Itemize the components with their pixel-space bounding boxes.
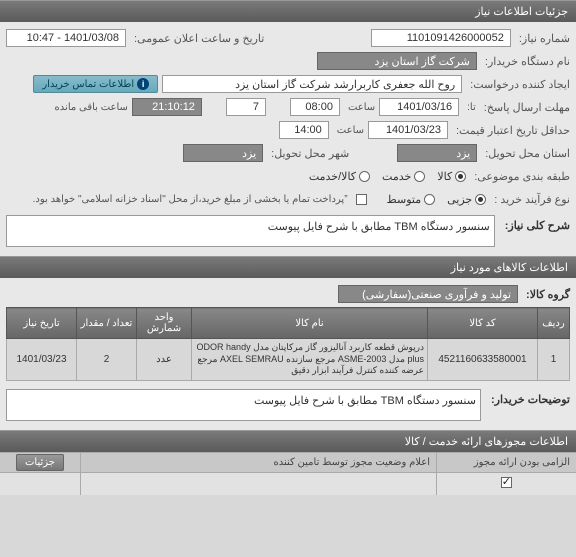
details-value: [0, 473, 80, 495]
need-title-field: سنسور دستگاه TBM مطابق با شرح فایل پیوست: [6, 215, 495, 247]
buyer-org-label: نام دستگاه خریدار:: [485, 55, 570, 68]
th-name: نام کالا: [192, 308, 428, 339]
class-goods-radio[interactable]: کالا: [437, 170, 466, 183]
th-code: کد کالا: [428, 308, 538, 339]
buyer-notes-field: سنسور دستگاه TBM مطابق با شرح فایل پیوست: [6, 389, 481, 421]
mandatory-check-cell: ✓: [436, 473, 576, 495]
main-panel-header: جزئیات اطلاعات نیاز: [0, 0, 576, 22]
cell-qty: 2: [77, 339, 137, 381]
cell-unit: عدد: [137, 339, 192, 381]
proc-partial-radio[interactable]: جزیی: [447, 193, 486, 206]
class-service-label: خدمت: [382, 170, 411, 183]
cell-idx: 1: [538, 339, 570, 381]
proc-partial-label: جزیی: [447, 193, 472, 206]
deadline-days-field: 7: [226, 98, 266, 116]
payment-note: ”پرداخت تمام یا بخشی از مبلغ خرید،از محل…: [33, 194, 348, 205]
province-field: یزد: [397, 144, 477, 162]
deadline-label: مهلت ارسال پاسخ:: [484, 101, 570, 114]
product-group-label: گروه کالا:: [526, 288, 570, 301]
proc-medium-label: متوسط: [387, 193, 422, 206]
class-label: طبقه بندی موضوعی:: [474, 170, 570, 183]
min-valid-date-field: 1401/03/23: [368, 121, 448, 139]
radio-icon: [455, 171, 466, 182]
goods-table: ردیف کد کالا نام کالا واحد شمارش تعداد /…: [6, 307, 570, 381]
deadline-time-field: 08:00: [290, 98, 340, 116]
remaining-time-field: 21:10:12: [132, 98, 202, 116]
hour-label-2: ساعت: [337, 125, 364, 136]
class-goods-service-radio[interactable]: کالا/خدمت: [309, 170, 370, 183]
city-label: شهر محل تحویل:: [271, 147, 349, 160]
approvals-panel-header: اطلاعات مجوزهای ارائه خدمت / کالا: [0, 430, 576, 452]
class-service-radio[interactable]: خدمت: [382, 170, 425, 183]
public-datetime-field: 1401/03/08 - 10:47: [6, 29, 126, 47]
supplier-status-label: اعلام وضعیت مجوز توسط تامین کننده: [273, 457, 430, 468]
th-row: ردیف: [538, 308, 570, 339]
class-goods-label: کالا: [437, 170, 452, 183]
check-icon: ✓: [502, 475, 511, 488]
radio-icon: [475, 194, 486, 205]
buyer-org-field: شرکت گاز استان یزد: [317, 52, 477, 70]
table-header-row: ردیف کد کالا نام کالا واحد شمارش تعداد /…: [7, 308, 570, 339]
city-field: یزد: [183, 144, 263, 162]
approvals-columns: الزامی بودن ارائه مجوز اعلام وضعیت مجوز …: [0, 452, 576, 472]
proc-medium-radio[interactable]: متوسط: [387, 193, 436, 206]
goods-content: گروه کالا: تولید و فرآوری صنعتی(سفارشی) …: [0, 278, 576, 430]
supplier-status-cell: اعلام وضعیت مجوز توسط تامین کننده: [80, 453, 436, 472]
need-title-label: شرح کلی نیاز:: [505, 215, 570, 232]
mandatory-label: الزامی بودن ارائه مجوز: [474, 457, 570, 468]
cell-code: 4521160633580001: [428, 339, 538, 381]
public-datetime-label: تاریخ و ساعت اعلان عمومی:: [134, 32, 264, 45]
hour-label-1: ساعت: [348, 102, 375, 113]
buyer-notes-label: توضیحات خریدار:: [491, 389, 570, 406]
cell-date: 1401/03/23: [7, 339, 77, 381]
approvals-content: الزامی بودن ارائه مجوز اعلام وضعیت مجوز …: [0, 452, 576, 495]
contact-info-button[interactable]: i اطلاعات تماس خریدار: [33, 75, 158, 93]
mandatory-cell: الزامی بودن ارائه مجوز: [436, 453, 576, 472]
details-button[interactable]: جزئیات: [16, 454, 64, 471]
deadline-date-field: 1401/03/16: [379, 98, 459, 116]
to-label: تا:: [467, 102, 476, 113]
radio-icon: [414, 171, 425, 182]
proc-label: نوع فرآیند خرید :: [494, 193, 570, 206]
goods-panel-header: اطلاعات کالاهای مورد نیاز: [0, 256, 576, 278]
th-unit: واحد شمارش: [137, 308, 192, 339]
need-no-field: 1101091426000052: [371, 29, 511, 47]
supplier-status-value: [80, 473, 436, 495]
min-valid-time-field: 14:00: [279, 121, 329, 139]
main-content: شماره نیاز: 1101091426000052 تاریخ و ساع…: [0, 22, 576, 256]
cell-name: درپوش قطعه کاربرد آنالیزور گاز مرکاپتان …: [192, 339, 428, 381]
province-label: استان محل تحویل:: [485, 147, 570, 160]
details-cell: جزئیات: [0, 453, 80, 472]
th-qty: تعداد / مقدار: [77, 308, 137, 339]
mandatory-checkbox[interactable]: ✓: [501, 477, 512, 488]
radio-icon: [424, 194, 435, 205]
contact-info-label: اطلاعات تماس خریدار: [42, 79, 134, 90]
radio-icon: [359, 171, 370, 182]
product-group-field: تولید و فرآوری صنعتی(سفارشی): [338, 285, 518, 303]
approvals-row: ✓: [0, 472, 576, 495]
proc-radio-group: جزیی متوسط: [387, 193, 487, 206]
requester-field: روح الله جعفری کاربرارشد شرکت گاز استان …: [162, 75, 462, 93]
payment-checkbox[interactable]: [356, 194, 367, 205]
remaining-label: ساعت باقی مانده: [55, 102, 128, 113]
class-radio-group: کالا خدمت کالا/خدمت: [309, 170, 466, 183]
min-valid-label: حداقل تاریخ اعتبار قیمت:: [456, 124, 570, 137]
class-gs-label: کالا/خدمت: [309, 170, 356, 183]
th-date: تاریخ نیاز: [7, 308, 77, 339]
info-icon: i: [137, 78, 149, 90]
requester-label: ایجاد کننده درخواست:: [470, 78, 570, 91]
need-no-label: شماره نیاز:: [519, 32, 570, 45]
table-row[interactable]: 1 4521160633580001 درپوش قطعه کاربرد آنا…: [7, 339, 570, 381]
